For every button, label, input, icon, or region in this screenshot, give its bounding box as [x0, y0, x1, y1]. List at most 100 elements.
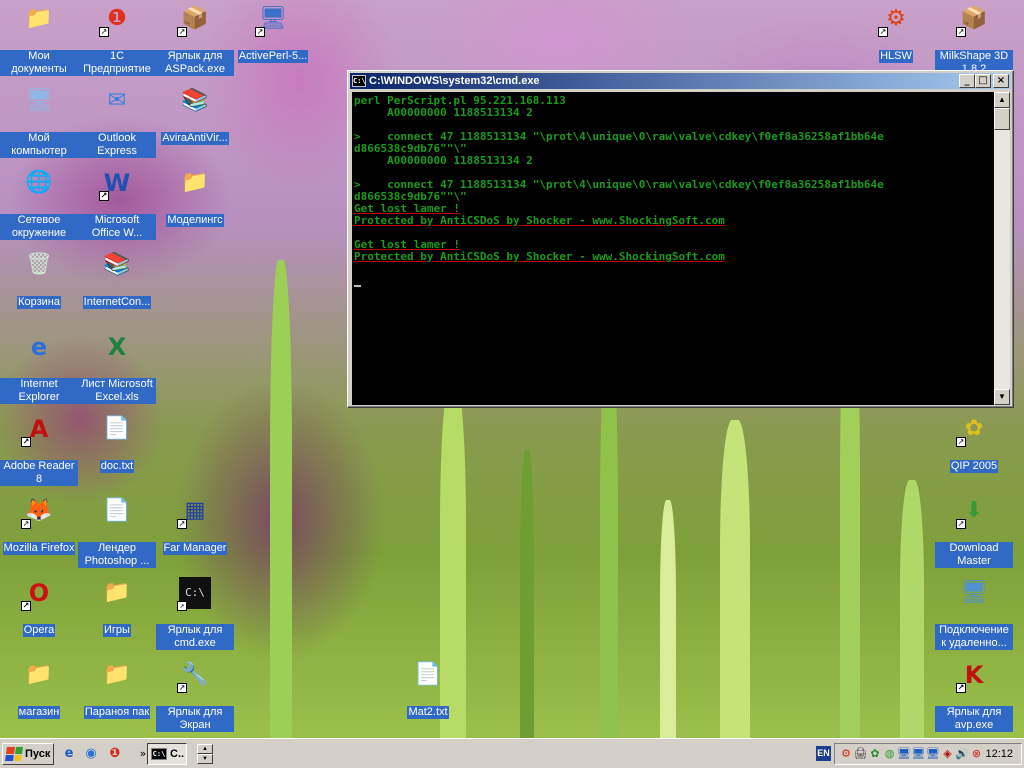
remote-desktop-icon: 🖥: [960, 580, 988, 605]
desktop-icon-cmdlink[interactable]: C:\ ↗ Ярлык для cmd.exe: [156, 577, 234, 650]
firefox-icon: 🦊 ↗: [21, 498, 53, 529]
minimize-button[interactable]: _: [959, 74, 975, 88]
desktop-icon-label: QIP 2005: [949, 460, 999, 473]
disconnect-tray-icon[interactable]: ⊗: [970, 747, 984, 761]
desktop-icon-recycle[interactable]: 🗑 Корзина: [0, 249, 78, 309]
desktop-icon-label: Подключение к удаленно...: [935, 624, 1013, 650]
console-line: Protected by AntiCSDoS by Shocker - www.…: [354, 250, 725, 263]
taskbar-button-cmd[interactable]: C:\ C..: [147, 743, 187, 765]
desktop-icon-dlmaster[interactable]: ⬇ ↗ Download Master: [935, 495, 1013, 568]
ie-quicklaunch-icon[interactable]: e: [60, 745, 78, 763]
desktop-icon-excel[interactable]: X Лист Microsoft Excel.xls: [78, 331, 156, 404]
shortcut-arrow-icon: ↗: [177, 601, 187, 611]
desktop-icon-doctxt[interactable]: 📄 doc.txt: [78, 413, 156, 473]
taskbar-scroll-up[interactable]: ▲: [197, 744, 213, 754]
vertical-scrollbar[interactable]: ▲ ▼: [994, 92, 1010, 405]
desktop-icon-aspack[interactable]: 📦 ↗ Ярлык для ASPack.exe: [156, 3, 234, 76]
1c-quicklaunch-icon[interactable]: ❶: [106, 745, 124, 763]
hlsw-tray-icon[interactable]: ⚙: [839, 747, 853, 761]
shortcut-arrow-icon: ↗: [255, 27, 265, 37]
cmd-title: C:\WINDOWS\system32\cmd.exe: [369, 75, 540, 87]
windows-flag-icon: [5, 747, 23, 761]
scroll-down-button[interactable]: ▼: [994, 389, 1010, 405]
desktop-icon-label: AviraAntiVir...: [161, 132, 229, 145]
folder-documents-icon: 📁: [25, 6, 53, 31]
desktop-icon-label: Adobe Reader 8: [0, 460, 78, 486]
desktop-icon-avp[interactable]: K ↗ Ярлык для avp.exe: [935, 659, 1013, 732]
network2-tray-icon[interactable]: 🖥: [912, 747, 926, 761]
desktop-icon-hlsw[interactable]: ⚙ ↗ HLSW: [857, 3, 935, 63]
maximize-button[interactable]: □: [975, 74, 991, 88]
desktop-icon-games[interactable]: 📁 Игры: [78, 577, 156, 637]
desktop-icon-ie[interactable]: e Internet Explorer: [0, 331, 78, 404]
start-button[interactable]: Пуск: [2, 743, 54, 765]
language-indicator[interactable]: EN: [816, 746, 831, 761]
qip-tray-icon[interactable]: ✿: [868, 747, 882, 761]
wallpaper-stem: [600, 350, 618, 738]
desktop-icon-label: InternetCon...: [82, 296, 152, 309]
desktop-icon-network[interactable]: 🌐 Сетевое окружение: [0, 167, 78, 240]
desktop-icon-modelings[interactable]: 📁 Моделингс: [156, 167, 234, 227]
desktop-icon-label: Мои документы: [0, 50, 78, 76]
desktop-icon-my-computer[interactable]: 🖥 Мой компьютер: [0, 85, 78, 158]
volume-tray-icon[interactable]: 🔊: [955, 747, 969, 761]
show-desktop-icon[interactable]: ◉: [82, 745, 100, 763]
far-manager-icon: ▦ ↗: [177, 498, 206, 529]
outlook-express-icon: ✉: [107, 88, 127, 113]
cmd-titlebar[interactable]: C:\ C:\WINDOWS\system32\cmd.exe _ □ ×: [350, 73, 1011, 89]
desktop-icon-internetcon[interactable]: 📚 InternetCon...: [78, 249, 156, 309]
desktop-icon-1c[interactable]: ❶ ↗ 1С Предприятие: [78, 3, 156, 76]
winrar-archive-icon: 📚: [181, 88, 209, 113]
desktop-icon-ekran[interactable]: 🔧 ↗ Ярлык для Экран: [156, 659, 234, 732]
close-button[interactable]: ×: [993, 74, 1009, 88]
screen-settings-icon: 🔧 ↗: [177, 662, 209, 693]
desktop-icon-avira[interactable]: 📚 AviraAntiVir...: [156, 85, 234, 145]
desktop-icon-activeperl[interactable]: 🖥 ↗ ActivePerl-5...: [234, 3, 312, 63]
desktop-icon-paranoia[interactable]: 📁 Параноя пак: [78, 659, 156, 719]
desktop-icon-mat2[interactable]: 📄 Mat2.txt: [389, 659, 467, 719]
desktop-icon-label: Моделингс: [166, 214, 224, 227]
desktop-icon-magazin[interactable]: 📁 магазин: [0, 659, 78, 719]
scroll-up-button[interactable]: ▲: [994, 92, 1010, 108]
desktop-icon-label: HLSW: [879, 50, 913, 63]
kaspersky-tray-icon[interactable]: ◈: [941, 747, 955, 761]
desktop-icon-firefox[interactable]: 🦊 ↗ Mozilla Firefox: [0, 495, 78, 555]
folder-icon: 📁: [103, 662, 131, 687]
network3-tray-icon[interactable]: 🖥: [926, 747, 940, 761]
text-cursor: [354, 285, 361, 287]
shortcut-arrow-icon: ↗: [177, 683, 187, 693]
taskbar-scroll-down[interactable]: ▼: [197, 754, 213, 764]
network-places-icon: 🌐: [25, 170, 53, 195]
desktop-icon-label: 1С Предприятие: [78, 50, 156, 76]
desktop-icon-label: Opera: [22, 624, 56, 637]
shortcut-arrow-icon: ↗: [21, 601, 31, 611]
shortcut-arrow-icon: ↗: [21, 519, 31, 529]
desktop-icon-qip[interactable]: ✿ ↗ QIP 2005: [935, 413, 1013, 473]
scroll-thumb[interactable]: [994, 108, 1010, 130]
taskbar: Пуск e ◉ ❶ » C:\ C.. ▲ ▼ EN ⚙ 🖨 ✿ ◍ 🖥 🖥 🖥 ◈ 🔊 ⊗ 12:…: [0, 738, 1024, 768]
desktop-icon-label: Сетевое окружение: [0, 214, 78, 240]
desktop-icon-far[interactable]: ▦ ↗ Far Manager: [156, 495, 234, 555]
antivirus-tray-icon[interactable]: ◍: [883, 747, 897, 761]
desktop-icon-adobe[interactable]: A ↗ Adobe Reader 8: [0, 413, 78, 486]
shortcut-arrow-icon: ↗: [956, 27, 966, 37]
taskbar-scroller[interactable]: ▲ ▼: [197, 744, 213, 764]
console-output[interactable]: perl PerScript.pl 95.221.168.113 A000000…: [352, 92, 996, 405]
desktop-icon-remote[interactable]: 🖥 Подключение к удаленно...: [935, 577, 1013, 650]
desktop-icon-lender[interactable]: 📄 Лендер Photoshop ...: [78, 495, 156, 568]
desktop-icon-label: Игры: [103, 624, 131, 637]
desktop-icon-label: Параноя пак: [83, 706, 151, 719]
cmd-window[interactable]: C:\ C:\WINDOWS\system32\cmd.exe _ □ × pe…: [347, 70, 1014, 408]
shortcut-arrow-icon: ↗: [956, 437, 966, 447]
desktop-icon-milkshape[interactable]: 📦 ↗ MilkShape 3D 1.8.2: [935, 3, 1013, 76]
network-tray-icon[interactable]: 🖥: [897, 747, 911, 761]
desktop-icon-my-documents[interactable]: 📁 Мои документы: [0, 3, 78, 76]
desktop-icon-opera[interactable]: O ↗ Opera: [0, 577, 78, 637]
desktop-icon-label: Download Master: [935, 542, 1013, 568]
console-line: Protected by AntiCSDoS by Shocker - www.…: [354, 214, 725, 227]
printer-tray-icon[interactable]: 🖨: [854, 747, 868, 761]
clock[interactable]: 12:12: [985, 748, 1013, 760]
desktop-icon-word[interactable]: W ↗ Microsoft Office W...: [78, 167, 156, 240]
desktop-icon-outlook[interactable]: ✉ Outlook Express: [78, 85, 156, 158]
hlsw-icon: ⚙ ↗: [878, 6, 906, 37]
